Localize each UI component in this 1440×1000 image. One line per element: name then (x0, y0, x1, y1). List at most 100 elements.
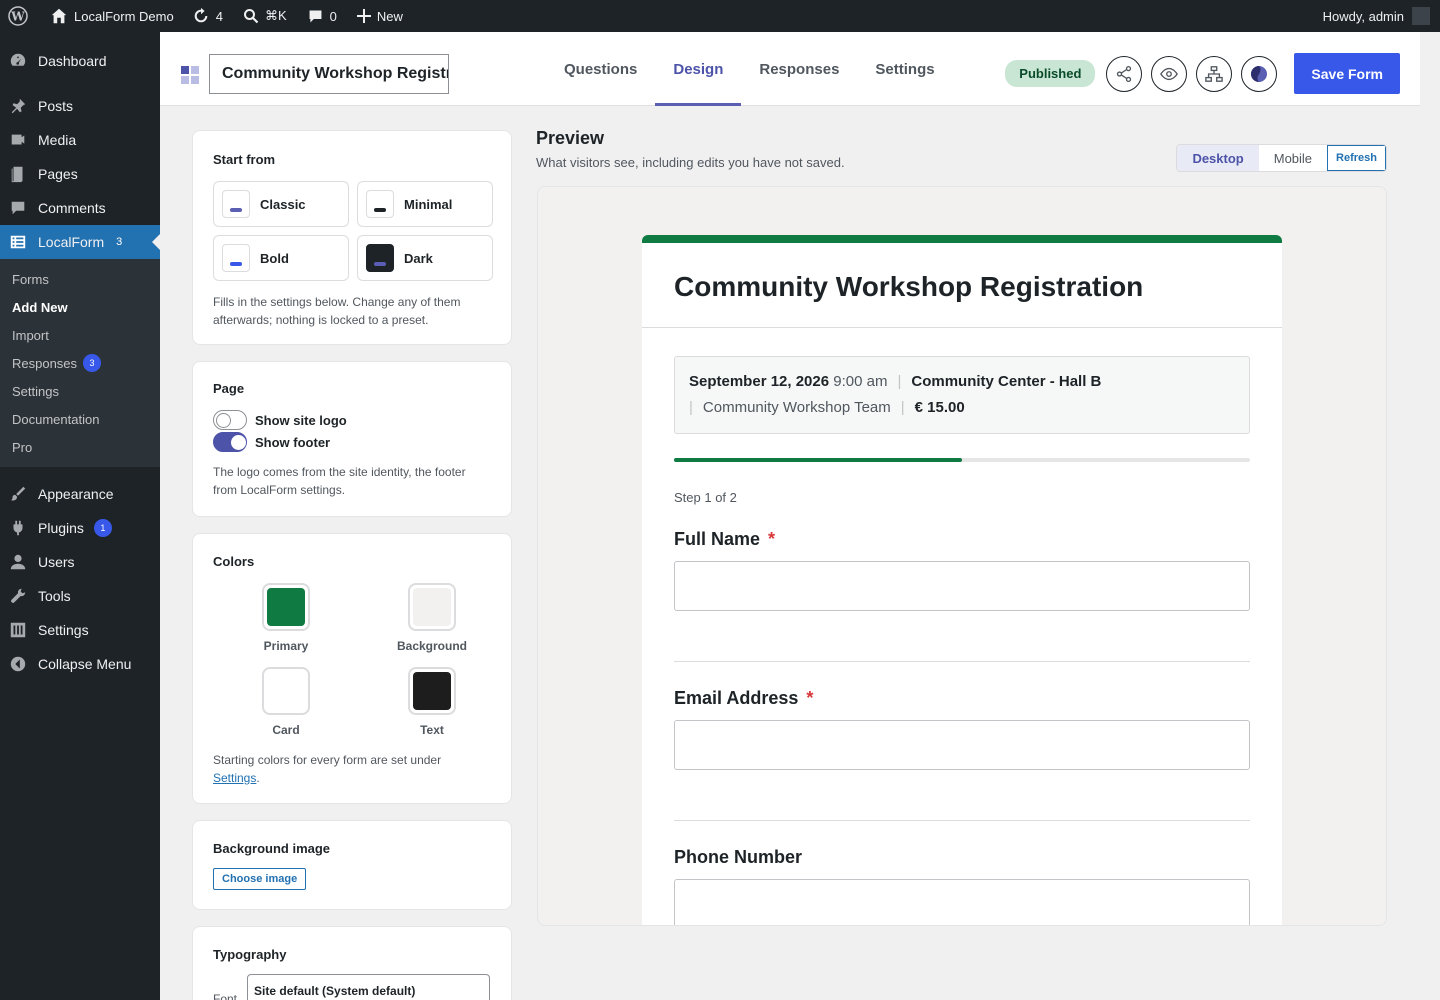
eye-icon (1160, 67, 1179, 80)
color-background: Background (359, 583, 505, 653)
menu-settings[interactable]: Settings (0, 613, 160, 647)
event-location: Community Center - Hall B (911, 373, 1102, 390)
page-help: The logo comes from the site identity, t… (213, 465, 466, 497)
form-card: Community Workshop Registration Septembe… (642, 235, 1282, 925)
menu-comments[interactable]: Comments (0, 191, 160, 225)
preset-swatch (366, 190, 394, 218)
full-name-input[interactable] (674, 561, 1250, 611)
submenu-label: Forms (12, 271, 49, 287)
tab-responses[interactable]: Responses (741, 32, 857, 106)
view-mobile-button[interactable]: Mobile (1259, 145, 1327, 171)
field-label: Full Name * (674, 529, 776, 549)
header-actions: Published Save Form (1005, 53, 1400, 94)
colors-help-suffix: . (256, 771, 260, 785)
preset-label: Classic (260, 196, 306, 212)
menu-posts[interactable]: Posts (0, 89, 160, 123)
save-form-button[interactable]: Save Form (1294, 53, 1400, 94)
font-select[interactable]: Site default (System default) (247, 974, 491, 1000)
panel-heading: Background image (213, 841, 331, 856)
progress-bar (674, 458, 1250, 462)
background-image-panel: Background image Choose image (192, 820, 512, 910)
submenu-responses[interactable]: Responses 3 (0, 349, 160, 377)
submenu-label: Settings (12, 383, 59, 399)
show-footer-toggle[interactable] (213, 432, 247, 452)
menu-appearance[interactable]: Appearance (0, 477, 160, 511)
tab-design[interactable]: Design (655, 32, 742, 106)
refresh-button[interactable]: Refresh (1327, 145, 1386, 171)
preset-classic[interactable]: Classic (213, 181, 349, 227)
menu-tools[interactable]: Tools (0, 579, 160, 613)
preset-label: Minimal (404, 196, 453, 212)
menu-users[interactable]: Users (0, 545, 160, 579)
menu-media[interactable]: Media (0, 123, 160, 157)
site-name-link[interactable]: LocalForm Demo (36, 0, 182, 32)
menu-collapse[interactable]: Collapse Menu (0, 647, 160, 681)
new-label: New (376, 8, 403, 24)
logic-button[interactable] (1196, 55, 1233, 92)
plug-icon (8, 518, 28, 538)
my-account[interactable]: Howdy, admin (1323, 7, 1440, 25)
form-title-input[interactable]: Community Workshop Registr (209, 54, 449, 94)
toggle-label: Show footer (255, 434, 331, 450)
panel-heading: Start from (213, 152, 276, 167)
page-panel: Page Show site logo Show footer The logo… (192, 361, 512, 517)
collapse-icon (8, 654, 28, 674)
menu-dashboard[interactable]: Dashboard (0, 44, 160, 78)
menu-localform[interactable]: LocalForm 3 (0, 225, 160, 259)
start-from-help: Fills in the settings below. Change any … (213, 295, 461, 327)
choose-image-button[interactable]: Choose image (213, 868, 307, 890)
preset-bold[interactable]: Bold (213, 235, 349, 281)
menu-pages[interactable]: Pages (0, 157, 160, 191)
form-icon (8, 232, 28, 252)
menu-label: Comments (38, 200, 106, 216)
submenu-settings[interactable]: Settings (0, 377, 160, 405)
colors-panel: Colors Primary Background Card Text Star… (192, 533, 512, 804)
phone-input[interactable] (674, 879, 1250, 925)
text-swatch[interactable] (408, 667, 456, 715)
tab-settings[interactable]: Settings (857, 32, 952, 106)
settings-link[interactable]: Settings (213, 771, 256, 785)
event-meta: September 12, 2026 9:00 am | Community Cen… (674, 356, 1250, 434)
preview-button[interactable] (1151, 55, 1188, 92)
view-desktop-button[interactable]: Desktop (1177, 145, 1259, 171)
color-label: Primary (263, 639, 309, 653)
submenu-add-new[interactable]: Add New (0, 293, 160, 321)
field-full-name: Full Name * (674, 529, 1250, 611)
comments-link[interactable]: 0 (295, 0, 345, 32)
background-swatch[interactable] (408, 583, 456, 631)
show-logo-toggle[interactable] (213, 410, 247, 430)
field-label: Phone Number (674, 847, 803, 867)
preset-dark[interactable]: Dark (357, 235, 493, 281)
email-input[interactable] (674, 720, 1250, 770)
submenu-documentation[interactable]: Documentation (0, 405, 160, 433)
submenu-import[interactable]: Import (0, 321, 160, 349)
wrench-icon (8, 586, 28, 606)
submenu-label: Import (12, 327, 49, 343)
submenu-label: Responses (12, 355, 78, 371)
menu-plugins[interactable]: Plugins 1 (0, 511, 160, 545)
command-search[interactable]: ⌘K (231, 0, 295, 32)
event-time: 9:00 am (833, 373, 888, 390)
wordpress-logo-icon[interactable]: W (0, 0, 36, 32)
search-icon (243, 9, 259, 24)
submenu-pro[interactable]: Pro (0, 433, 160, 461)
updates-link[interactable]: 4 (182, 0, 231, 32)
card-swatch[interactable] (262, 667, 310, 715)
new-content-link[interactable]: New (345, 0, 411, 32)
status-badge: Published (1005, 60, 1096, 87)
grid-icon[interactable] (180, 65, 200, 85)
menu-label: Users (38, 554, 75, 570)
color-card: Card (213, 667, 359, 737)
share-button[interactable] (1106, 55, 1143, 92)
menu-label: Appearance (38, 486, 114, 502)
tab-questions[interactable]: Questions (546, 32, 655, 106)
theme-button[interactable] (1241, 55, 1278, 92)
form-title: Community Workshop Registration (642, 243, 1282, 328)
sitemap-icon (1205, 65, 1224, 82)
primary-swatch[interactable] (262, 583, 310, 631)
start-from-panel: Start from Classic Minimal Bold Dark Fil… (192, 130, 512, 345)
submenu-forms[interactable]: Forms (0, 265, 160, 293)
preset-minimal[interactable]: Minimal (357, 181, 493, 227)
pages-icon (8, 164, 28, 184)
color-grid: Primary Background Card Text (213, 583, 491, 737)
